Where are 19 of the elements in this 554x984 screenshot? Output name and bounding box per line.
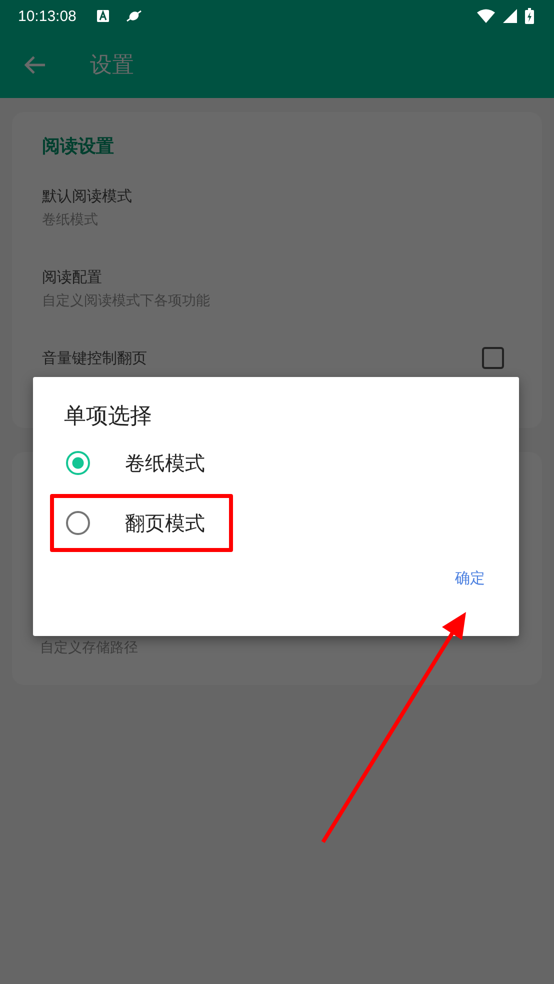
setting-title[interactable]: 阅读配置	[42, 265, 512, 289]
wifi-icon	[477, 9, 495, 23]
screen-title: 设置	[90, 52, 134, 80]
checkbox[interactable]	[482, 347, 504, 369]
confirm-button[interactable]: 确定	[447, 563, 493, 594]
radio-button[interactable]	[66, 511, 90, 535]
setting-title[interactable]: 音量键控制翻页	[42, 346, 482, 370]
section-title: 阅读设置	[42, 135, 115, 159]
setting-title[interactable]: 默认阅读模式	[42, 184, 512, 208]
signal-icon	[503, 9, 517, 23]
radio-button[interactable]	[66, 451, 90, 475]
battery-charging-icon	[525, 8, 534, 24]
satellite-icon	[126, 9, 142, 23]
status-time: 10:13:08	[18, 8, 76, 24]
dialog-title: 单项选择	[64, 403, 153, 431]
option-label[interactable]: 翻页模式	[125, 510, 205, 536]
option-label[interactable]: 卷纸模式	[125, 450, 205, 476]
font-notification-icon	[96, 9, 110, 23]
back-arrow-icon[interactable]	[24, 55, 46, 75]
